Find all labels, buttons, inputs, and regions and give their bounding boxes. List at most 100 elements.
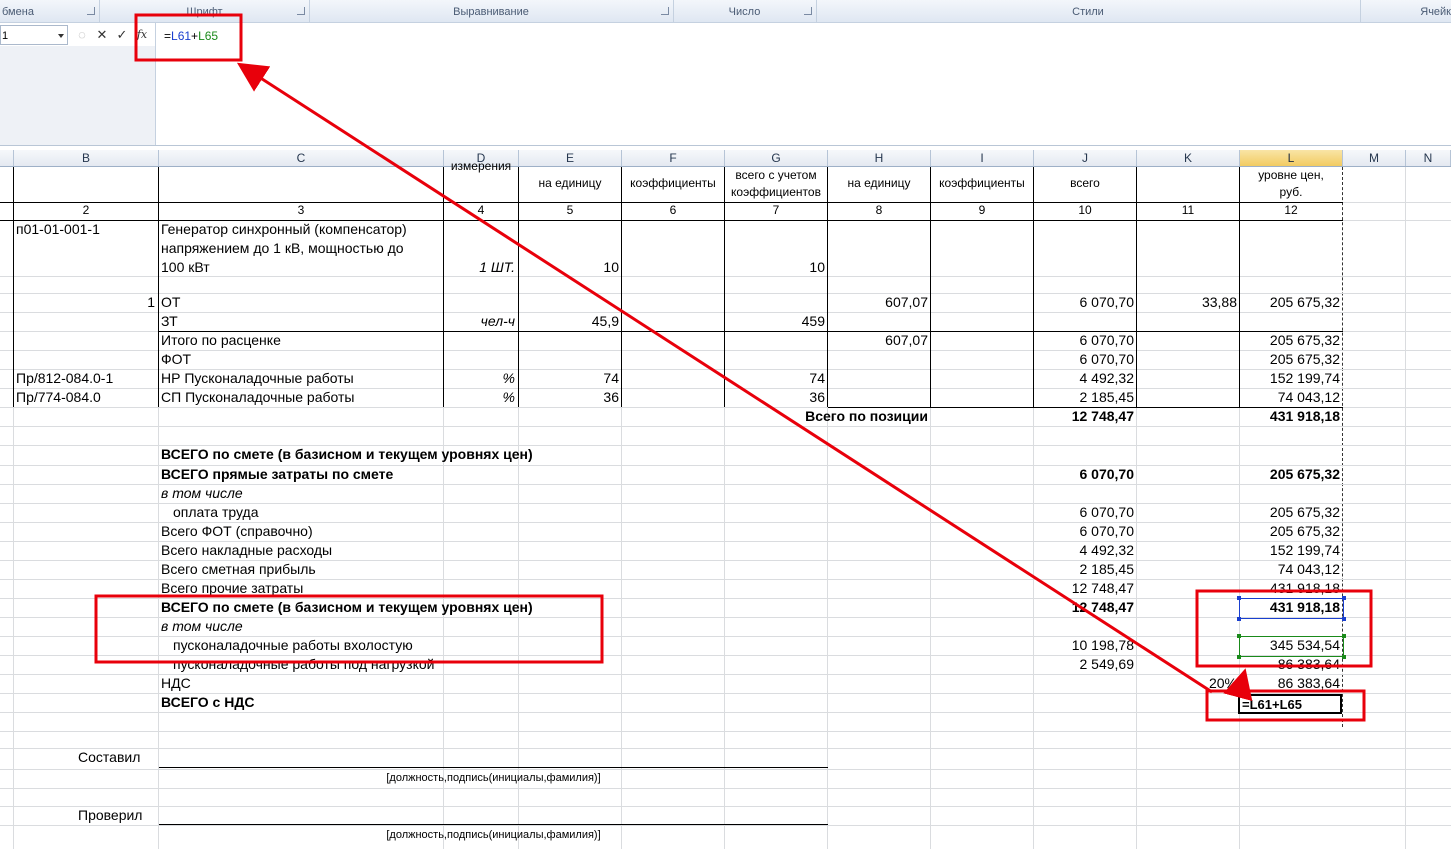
- ribbon-group-labels: бмена Шрифт Выравнивание Число Стили Яче…: [0, 0, 1451, 23]
- column-header-m[interactable]: M: [1343, 150, 1406, 166]
- column-header-n[interactable]: N: [1406, 150, 1451, 166]
- ribbon-group-label: Выравнивание: [453, 6, 529, 18]
- column-header-l[interactable]: L: [1240, 150, 1343, 166]
- resize-handle[interactable]: [1237, 655, 1241, 659]
- formula-bar-area: 1 ◌ ✕ ✓ fx =L61+L65: [0, 23, 1451, 146]
- active-cell-formula: =L61+L65: [1242, 697, 1302, 712]
- row-label: Всего накладные расходы: [161, 542, 333, 558]
- cell-d: %: [502, 370, 515, 386]
- row-label: Всего ФОТ (справочно): [161, 523, 313, 539]
- column-header-a[interactable]: [0, 150, 14, 166]
- column-number: 5: [566, 203, 574, 217]
- name-box[interactable]: 1: [0, 25, 68, 45]
- column-number: 12: [1284, 203, 1298, 217]
- column-header-b[interactable]: B: [14, 150, 159, 166]
- dialog-launcher-icon[interactable]: [297, 7, 305, 15]
- resize-handle[interactable]: [1237, 617, 1241, 621]
- summary-title: ВСЕГО по смете (в базисном и текущем уро…: [161, 446, 533, 462]
- ribbon-group-label: Стили: [1072, 6, 1104, 18]
- dialog-launcher-icon[interactable]: [87, 7, 95, 15]
- position-code: п01-01-001-1: [16, 221, 100, 237]
- cell-j: 12 748,47: [1071, 599, 1134, 615]
- ribbon-group-styles: Стили: [816, 0, 1361, 22]
- header-cell-g-line2: коэффициентов: [731, 185, 821, 199]
- column-header-k[interactable]: K: [1137, 150, 1240, 166]
- cell-h: 607,07: [885, 294, 928, 310]
- cell-e: 36: [603, 389, 619, 405]
- position-qty-e: 10: [603, 259, 619, 275]
- resize-handle[interactable]: [1342, 617, 1346, 621]
- cell-j: 6 070,70: [1079, 332, 1135, 348]
- column-header-j[interactable]: J: [1034, 150, 1137, 166]
- chevron-down-icon[interactable]: [58, 34, 64, 38]
- dialog-launcher-icon[interactable]: [804, 7, 812, 15]
- row-code: Пр/812-084.0-1: [16, 370, 114, 386]
- header-cell-l-line2: руб.: [1279, 185, 1303, 199]
- formula-operator: +: [191, 29, 199, 43]
- enter-icon[interactable]: ✓: [114, 26, 130, 44]
- column-number: 8: [875, 203, 883, 217]
- header-cell-h: на единицу: [847, 176, 911, 190]
- cancel-icon[interactable]: ✕: [94, 26, 110, 44]
- insert-function-icon[interactable]: fx: [134, 26, 150, 44]
- active-cell-editor[interactable]: =L61+L65: [1238, 694, 1342, 714]
- cell-j: 12 748,47: [1071, 408, 1134, 424]
- header-cell-g-line1: всего с учетом: [735, 168, 817, 182]
- signature-hint: [должность,подпись(инициалы,фамилия)]: [386, 829, 601, 841]
- cell-j: 6 070,70: [1079, 523, 1135, 539]
- row-label: в том числе: [161, 618, 243, 634]
- column-header-h[interactable]: H: [828, 150, 931, 166]
- row-label: ВСЕГО по смете (в базисном и текущем уро…: [161, 599, 533, 615]
- formula-reference-box-blue: [1237, 596, 1346, 621]
- column-header-c[interactable]: C: [159, 150, 444, 166]
- column-header-e[interactable]: E: [519, 150, 622, 166]
- header-cell-j: всего: [1070, 176, 1100, 190]
- formula-input[interactable]: =L61+L65: [155, 23, 1451, 145]
- column-header-i[interactable]: I: [931, 150, 1034, 166]
- worksheet-grid[interactable]: измерения на единицу коэффициенты всего …: [0, 159, 1451, 849]
- row-label: в том числе: [161, 485, 243, 501]
- position-qty-g: 10: [809, 259, 825, 275]
- ribbon-group-label: бмена: [2, 6, 34, 18]
- dialog-launcher-icon[interactable]: [661, 7, 669, 15]
- signature-compiled-label: Составил: [78, 749, 141, 765]
- resize-handle[interactable]: [1237, 596, 1241, 600]
- row-label: Всего сметная прибыль: [161, 561, 316, 577]
- signature-checked-label: Проверил: [78, 807, 143, 823]
- column-number: 7: [772, 203, 780, 217]
- cell-l: 205 675,32: [1269, 523, 1340, 539]
- cell-e: 74: [603, 370, 619, 386]
- ribbon-group-number: Число: [673, 0, 817, 22]
- cell-k: 20%: [1208, 675, 1237, 691]
- cell-l: 74 043,12: [1277, 389, 1340, 405]
- resize-handle[interactable]: [1342, 596, 1346, 600]
- column-header-f[interactable]: F: [622, 150, 725, 166]
- position-name-line2: напряжением до 1 кВ, мощностью до: [161, 240, 404, 256]
- ribbon-group-label: Ячейк: [1420, 6, 1451, 18]
- row-label: ВСЕГО прямые затраты по смете: [161, 466, 394, 482]
- formula-ref-1: L61: [171, 29, 192, 43]
- gridline: [0, 712, 1451, 713]
- row-label: пусконаладочные работы вхолостую: [173, 637, 413, 653]
- row-label: ВСЕГО с НДС: [161, 694, 255, 710]
- cell-l: 205 675,32: [1269, 351, 1340, 367]
- table-border: [159, 331, 1343, 332]
- signature-hint: [должность,подпись(инициалы,фамилия)]: [386, 772, 601, 784]
- cell-j: 10 198,78: [1071, 637, 1134, 653]
- cell-j: 4 492,32: [1079, 542, 1135, 558]
- grip-icon: ◌: [78, 27, 86, 42]
- resize-handle[interactable]: [1342, 655, 1346, 659]
- resize-handle[interactable]: [1342, 634, 1346, 638]
- column-header-row: B C D E F G H I J K L M N: [0, 150, 1451, 167]
- cell-l: 431 918,18: [1269, 580, 1340, 596]
- resize-handle[interactable]: [1237, 634, 1241, 638]
- gridline: [0, 731, 1451, 732]
- signature-line: [159, 767, 828, 768]
- cell-l: 86 383,64: [1277, 675, 1340, 691]
- cell-h: 607,07: [885, 332, 928, 348]
- column-number: 9: [978, 203, 986, 217]
- cell-l: 205 675,32: [1269, 294, 1340, 310]
- cell-j: 2 185,45: [1079, 389, 1135, 405]
- cell-e: 45,9: [591, 313, 619, 329]
- column-header-g[interactable]: G: [725, 150, 828, 166]
